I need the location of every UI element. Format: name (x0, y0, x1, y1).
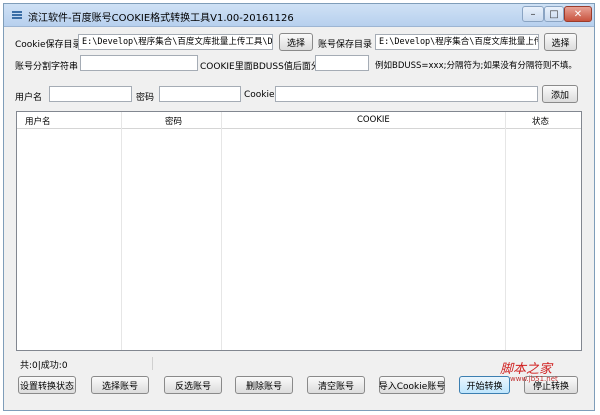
status-bar: 共:0|成功:0 (16, 357, 582, 371)
column-header-password[interactable]: 密码 (165, 115, 182, 127)
separator-label: 账号分割字符串 (15, 62, 79, 72)
account-dir-input[interactable]: E:\Develop\程序集合\百度文库批量上传工具\ (375, 34, 539, 50)
account-dir-label: 账号保存目录 (318, 40, 373, 50)
column-divider (221, 112, 222, 350)
column-divider (121, 112, 122, 350)
invert-select-button[interactable]: 反选账号 (164, 376, 222, 394)
column-header-cookie[interactable]: COOKIE (357, 115, 390, 125)
bduss-hint: 例如BDUSS=xxx;分隔符为;如果没有分隔符则不填。 (375, 61, 577, 71)
status-text: 共:0|成功:0 (20, 361, 68, 371)
select-accounts-button[interactable]: 选择账号 (91, 376, 149, 394)
column-header-status[interactable]: 状态 (532, 115, 549, 127)
password-label: 密码 (136, 93, 155, 103)
column-divider (505, 112, 506, 350)
watermark-url: www.jb51.net (510, 375, 558, 383)
bduss-separator-input[interactable] (315, 55, 369, 71)
username-label: 用户名 (15, 93, 43, 103)
maximize-button[interactable]: □ (544, 6, 564, 22)
app-icon (12, 11, 22, 19)
password-input[interactable] (159, 86, 241, 102)
title-bar[interactable]: 滨江软件-百度账号COOKIE格式转换工具V1.00-20161126 – □ … (4, 4, 594, 27)
cookie-dir-input[interactable]: E:\Develop\程序集合\百度文库批量上传工具\Data (78, 34, 273, 50)
table-header: 用户名 密码 COOKIE 状态 (17, 112, 581, 129)
accounts-table[interactable]: 用户名 密码 COOKIE 状态 (16, 111, 582, 351)
app-window: 滨江软件-百度账号COOKIE格式转换工具V1.00-20161126 – □ … (3, 3, 595, 411)
close-button[interactable]: ✕ (564, 6, 592, 22)
minimize-button[interactable]: – (522, 6, 544, 22)
set-status-button[interactable]: 设置转换状态 (18, 376, 76, 394)
clear-accounts-button[interactable]: 清空账号 (307, 376, 365, 394)
column-header-username[interactable]: 用户名 (25, 115, 51, 127)
cookie-dir-label: Cookie保存目录 (15, 40, 82, 50)
cookie-label: Cookie (244, 90, 275, 100)
add-button[interactable]: 添加 (542, 85, 578, 103)
separator-input[interactable] (80, 55, 198, 71)
cookie-dir-select-button[interactable]: 选择 (279, 33, 313, 51)
account-dir-select-button[interactable]: 选择 (544, 33, 577, 51)
cookie-input[interactable] (275, 86, 538, 102)
start-convert-button[interactable]: 开始转换 (459, 376, 510, 394)
delete-accounts-button[interactable]: 删除账号 (235, 376, 293, 394)
username-input[interactable] (49, 86, 132, 102)
window-title: 滨江软件-百度账号COOKIE格式转换工具V1.00-20161126 (28, 13, 294, 24)
import-cookie-button[interactable]: 导入Cookie账号 (379, 376, 445, 394)
